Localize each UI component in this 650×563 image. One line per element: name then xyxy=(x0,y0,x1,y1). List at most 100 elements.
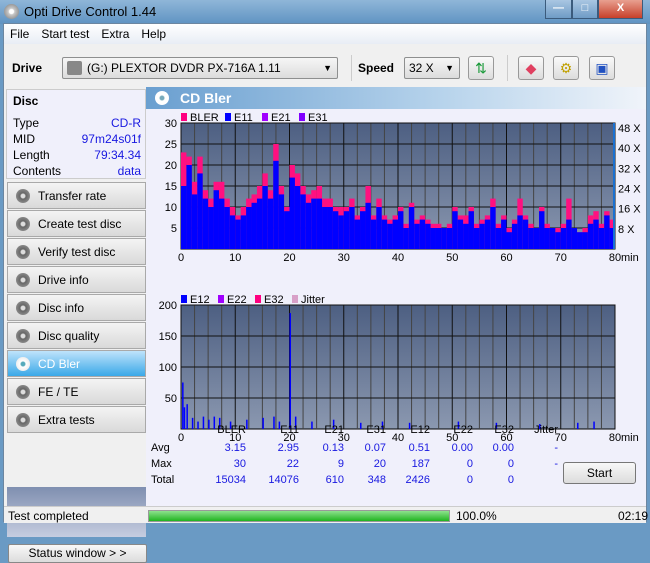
disc-icon xyxy=(16,273,30,287)
disc-heading: Disc xyxy=(13,94,39,108)
close-button[interactable]: X xyxy=(598,0,643,19)
legend-label: E31 xyxy=(308,112,328,124)
erase-button[interactable]: ◆ xyxy=(518,56,544,80)
stats-value: 20 xyxy=(373,458,386,470)
e11-bar xyxy=(246,207,252,249)
y-tick-label: 5 xyxy=(171,223,177,235)
e11-bar xyxy=(278,194,285,249)
status-text: Test completed xyxy=(8,509,89,523)
disc-icon xyxy=(16,357,30,371)
panel-header: CD Bler xyxy=(146,87,646,109)
e11-bar xyxy=(191,194,198,249)
e11-bar xyxy=(235,219,241,249)
nav-disc-quality[interactable]: Disc quality xyxy=(7,322,146,349)
nav-verify-test-disc[interactable]: Verify test disc xyxy=(7,238,146,265)
speed-tick-label: 16 X xyxy=(618,204,641,216)
separator xyxy=(507,55,508,81)
maximize-button[interactable]: □ xyxy=(572,0,598,19)
nav-fe-te[interactable]: FE / TE xyxy=(7,378,146,405)
panel-title: CD Bler xyxy=(180,90,232,106)
legend-label: E22 xyxy=(227,294,247,306)
e11-bar xyxy=(240,215,247,249)
stats-value: 2.95 xyxy=(277,442,299,454)
save-button[interactable]: ▣ xyxy=(589,56,615,80)
e11-bar xyxy=(213,190,219,249)
eraser-icon: ◆ xyxy=(525,60,537,76)
nav-label: Verify test disc xyxy=(38,245,116,259)
separator xyxy=(351,55,352,81)
e11-bar xyxy=(452,211,458,249)
e12-bar xyxy=(191,417,194,429)
menu-start-test[interactable]: Start test xyxy=(35,24,89,41)
y-tick-label: 100 xyxy=(159,362,177,374)
speed-tick-label: 8 X xyxy=(618,224,635,236)
e11-bar xyxy=(435,228,442,249)
e11-bar xyxy=(332,211,339,249)
nav-transfer-rate[interactable]: Transfer rate xyxy=(7,182,146,209)
status-window-button[interactable]: Status window > > xyxy=(8,544,147,563)
nav-label: Transfer rate xyxy=(38,189,107,203)
e11-bar xyxy=(300,194,306,249)
minimize-button[interactable]: — xyxy=(545,0,572,19)
stats-value: - xyxy=(554,458,558,470)
e11-bar xyxy=(392,219,398,249)
e11-bar xyxy=(251,202,257,249)
progress-fill xyxy=(149,511,449,521)
nav-disc-info[interactable]: Disc info xyxy=(7,294,146,321)
e11-bar xyxy=(229,215,236,249)
speed-tick-label: 48 X xyxy=(618,123,641,135)
e11-bar xyxy=(294,186,301,249)
e11-bar xyxy=(387,223,393,249)
stats-header: E31 xyxy=(366,424,386,436)
window-title: Opti Drive Control 1.44 xyxy=(24,4,157,19)
legend-label: E11 xyxy=(234,112,253,124)
x-tick-label: 20 xyxy=(283,252,295,264)
nav-create-test-disc[interactable]: Create test disc xyxy=(7,210,146,237)
e11-bar xyxy=(490,207,496,249)
label: Length xyxy=(13,148,50,162)
x-axis-label: min xyxy=(621,432,639,444)
menu-help[interactable]: Help xyxy=(135,24,166,41)
x-tick-label: 10 xyxy=(229,252,241,264)
e11-bar xyxy=(360,211,366,249)
menu-file[interactable]: File xyxy=(4,24,29,41)
chevron-down-icon: ▼ xyxy=(445,63,454,73)
disc-icon xyxy=(16,301,30,315)
e12-bar xyxy=(182,382,184,429)
e11-bar xyxy=(403,228,409,249)
start-button[interactable]: Start xyxy=(563,462,636,484)
y-tick-label: 200 xyxy=(159,300,177,312)
e11-bar xyxy=(473,228,480,249)
legend-swatch xyxy=(218,295,224,303)
e12-bar xyxy=(186,404,188,429)
e11-bar xyxy=(577,232,583,249)
stats-header: E11 xyxy=(280,424,299,436)
e12-bar xyxy=(593,421,595,429)
disc-info-panel: Disc Type CD-R MID 97m24s01f Length 79:34.3… xyxy=(6,89,146,179)
e11-bar xyxy=(511,223,518,249)
e11-bar xyxy=(544,228,550,249)
x-tick-label: 80 xyxy=(609,432,621,444)
disc-icon xyxy=(16,385,30,399)
e11-bar xyxy=(468,211,474,249)
refresh-button[interactable]: ⇅ xyxy=(468,56,494,80)
value: data xyxy=(117,164,141,178)
e11-bar xyxy=(441,228,447,249)
settings-button[interactable]: ⚙ xyxy=(553,56,579,80)
nav-extra-tests[interactable]: Extra tests xyxy=(7,406,146,433)
e11-bar xyxy=(398,211,404,249)
nav-drive-info[interactable]: Drive info xyxy=(7,266,146,293)
stats-value: 0.00 xyxy=(492,442,514,454)
menu-extra[interactable]: Extra xyxy=(95,24,129,41)
drive-value: (G:) PLEXTOR DVDR PX-716A 1.11 xyxy=(87,61,281,75)
nav-cd-bler[interactable]: CD Bler xyxy=(7,350,146,377)
nav-label: FE / TE xyxy=(38,385,79,399)
save-icon: ▣ xyxy=(595,60,609,76)
legend-swatch xyxy=(292,295,298,303)
speed-select[interactable]: 32 X ▼ xyxy=(404,57,460,79)
x-tick-label: 0 xyxy=(178,252,184,264)
drive-select[interactable]: (G:) PLEXTOR DVDR PX-716A 1.11 ▼ xyxy=(62,57,338,79)
disc-row-contents: Contents data xyxy=(13,164,141,178)
stats-header: Jitter xyxy=(534,424,558,436)
e11-bar xyxy=(267,198,274,249)
